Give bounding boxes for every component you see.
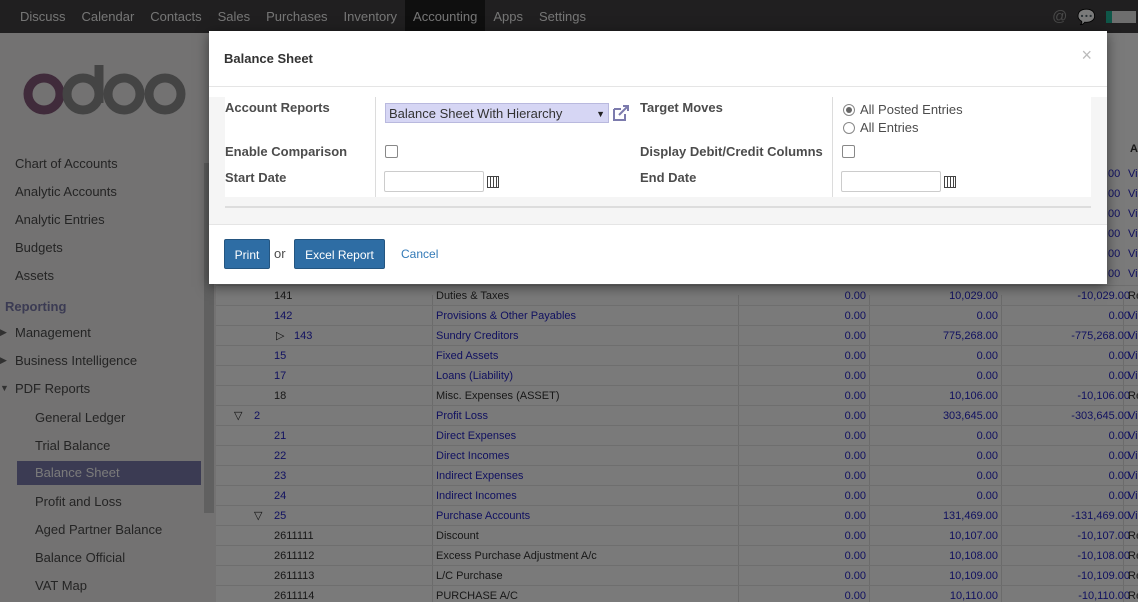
calendar-icon[interactable] (487, 176, 499, 188)
target-moves-label: Target Moves (640, 100, 723, 115)
start-date-label: Start Date (225, 170, 287, 185)
balance-sheet-dialog: Balance Sheet × Account Reports Balance … (209, 31, 1107, 284)
divider (225, 206, 1091, 208)
enable-comparison-label: Enable Comparison (225, 144, 348, 159)
start-date-input[interactable] (384, 171, 484, 192)
end-date-label: End Date (640, 170, 697, 185)
close-icon[interactable]: × (1081, 45, 1092, 66)
radio-all-posted[interactable] (843, 104, 855, 116)
debit-credit-label: Display Debit/Credit Columns (640, 144, 823, 159)
enable-comparison-checkbox[interactable] (385, 145, 398, 158)
radio-all-entries-label: All Entries (860, 120, 919, 135)
divider (209, 86, 1107, 87)
account-reports-select[interactable]: Balance Sheet With Hierarchy ▼ (385, 103, 609, 123)
dialog-title: Balance Sheet (224, 51, 313, 66)
col-separator (832, 97, 833, 197)
caret-down-icon: ▼ (596, 109, 605, 119)
or-text: or (274, 246, 286, 261)
print-button[interactable]: Print (224, 239, 270, 269)
radio-all-posted-label: All Posted Entries (860, 102, 963, 117)
dialog-body (209, 97, 1107, 224)
external-link-icon[interactable] (611, 103, 631, 123)
account-reports-value: Balance Sheet With Hierarchy (389, 106, 563, 121)
cancel-link[interactable]: Cancel (401, 247, 438, 261)
calendar-icon[interactable] (944, 176, 956, 188)
end-date-input[interactable] (841, 171, 941, 192)
debit-credit-checkbox[interactable] (842, 145, 855, 158)
excel-report-button[interactable]: Excel Report (294, 239, 385, 269)
radio-all-entries[interactable] (843, 122, 855, 134)
account-reports-label: Account Reports (225, 100, 330, 115)
divider (209, 224, 1107, 225)
col-separator (375, 97, 376, 197)
